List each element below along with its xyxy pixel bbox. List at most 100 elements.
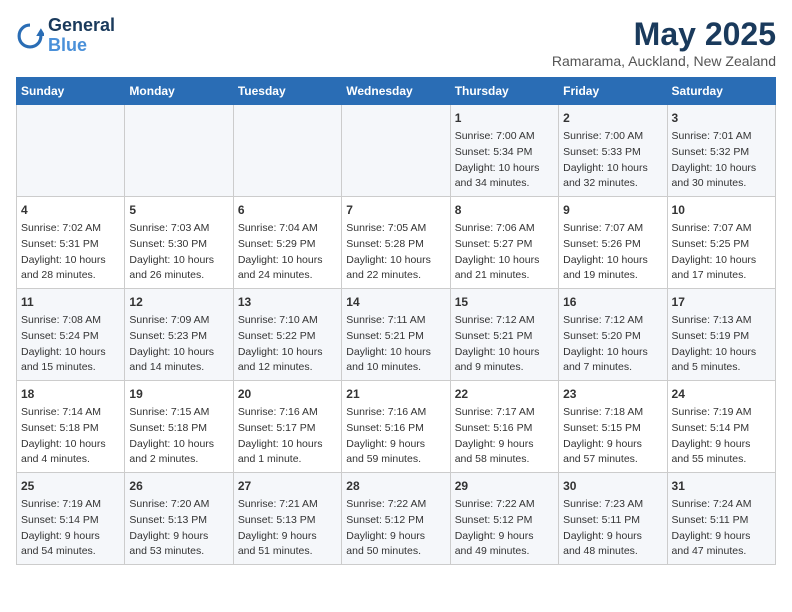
day-info: Sunrise: 7:11 AM Sunset: 5:21 PM Dayligh…: [346, 313, 445, 376]
day-info: Sunrise: 7:07 AM Sunset: 5:26 PM Dayligh…: [563, 221, 662, 284]
day-info: Sunrise: 7:14 AM Sunset: 5:18 PM Dayligh…: [21, 405, 120, 468]
day-cell: 27 Sunrise: 7:21 AM Sunset: 5:13 PM Dayli…: [233, 473, 341, 565]
week-row-3: 18 Sunrise: 7:14 AM Sunset: 5:18 PM Dayli…: [17, 381, 776, 473]
col-wednesday: Wednesday: [342, 78, 450, 105]
day-cell: [342, 105, 450, 197]
day-cell: 3 Sunrise: 7:01 AM Sunset: 5:32 PM Daylig…: [667, 105, 775, 197]
day-number: 28: [346, 477, 445, 495]
day-info: Sunrise: 7:02 AM Sunset: 5:31 PM Dayligh…: [21, 221, 120, 284]
day-cell: 2Sunrise: 7:00 AM Sunset: 5:33 PM Daylig…: [559, 105, 667, 197]
day-info: Sunrise: 7:09 AM Sunset: 5:23 PM Dayligh…: [129, 313, 228, 376]
day-info: Sunrise: 7:21 AM Sunset: 5:13 PM Dayligh…: [238, 497, 337, 560]
day-cell: 10Sunrise: 7:07 AM Sunset: 5:25 PM Dayli…: [667, 197, 775, 289]
location: Ramarama, Auckland, New Zealand: [552, 53, 776, 69]
day-cell: 9 Sunrise: 7:07 AM Sunset: 5:26 PM Daylig…: [559, 197, 667, 289]
day-number: 12: [129, 293, 228, 311]
day-number: 7: [346, 201, 445, 219]
day-cell: 31 Sunrise: 7:24 AM Sunset: 5:11 PM Dayli…: [667, 473, 775, 565]
day-info: Sunrise: 7:12 AM Sunset: 5:20 PM Dayligh…: [563, 313, 662, 376]
day-info: Sunrise: 7:08 AM Sunset: 5:24 PM Dayligh…: [21, 313, 120, 376]
day-info: Sunrise: 7:00 AM Sunset: 5:34 PM Dayligh…: [455, 129, 554, 192]
day-info: Sunrise: 7:12 AM Sunset: 5:21 PM Dayligh…: [455, 313, 554, 376]
day-number: 27: [238, 477, 337, 495]
week-row-1: 4 Sunrise: 7:02 AM Sunset: 5:31 PM Daylig…: [17, 197, 776, 289]
day-number: 31: [672, 477, 771, 495]
day-number: 19: [129, 385, 228, 403]
day-number: 4: [21, 201, 120, 219]
month-title: May 2025: [552, 16, 776, 53]
col-monday: Monday: [125, 78, 233, 105]
col-thursday: Thursday: [450, 78, 558, 105]
day-number: 29: [455, 477, 554, 495]
day-number: 17: [672, 293, 771, 311]
day-number: 25: [21, 477, 120, 495]
day-cell: 20Sunrise: 7:16 AM Sunset: 5:17 PM Dayli…: [233, 381, 341, 473]
day-cell: 24Sunrise: 7:19 AM Sunset: 5:14 PM Dayli…: [667, 381, 775, 473]
header-row: Sunday Monday Tuesday Wednesday Thursday…: [17, 78, 776, 105]
day-info: Sunrise: 7:23 AM Sunset: 5:11 PM Dayligh…: [563, 497, 662, 560]
day-cell: 11 Sunrise: 7:08 AM Sunset: 5:24 PM Dayli…: [17, 289, 125, 381]
day-info: Sunrise: 7:10 AM Sunset: 5:22 PM Dayligh…: [238, 313, 337, 376]
day-cell: 4 Sunrise: 7:02 AM Sunset: 5:31 PM Daylig…: [17, 197, 125, 289]
day-cell: 13Sunrise: 7:10 AM Sunset: 5:22 PM Dayli…: [233, 289, 341, 381]
day-info: Sunrise: 7:20 AM Sunset: 5:13 PM Dayligh…: [129, 497, 228, 560]
day-cell: 26 Sunrise: 7:20 AM Sunset: 5:13 PM Dayli…: [125, 473, 233, 565]
day-cell: 6Sunrise: 7:04 AM Sunset: 5:29 PM Daylig…: [233, 197, 341, 289]
day-info: Sunrise: 7:03 AM Sunset: 5:30 PM Dayligh…: [129, 221, 228, 284]
day-number: 1: [455, 109, 554, 127]
day-info: Sunrise: 7:24 AM Sunset: 5:11 PM Dayligh…: [672, 497, 771, 560]
day-info: Sunrise: 7:19 AM Sunset: 5:14 PM Dayligh…: [21, 497, 120, 560]
logo-text: General Blue: [48, 16, 115, 56]
day-cell: 12 Sunrise: 7:09 AM Sunset: 5:23 PM Dayli…: [125, 289, 233, 381]
day-number: 8: [455, 201, 554, 219]
day-info: Sunrise: 7:13 AM Sunset: 5:19 PM Dayligh…: [672, 313, 771, 376]
day-number: 20: [238, 385, 337, 403]
day-number: 30: [563, 477, 662, 495]
day-info: Sunrise: 7:18 AM Sunset: 5:15 PM Dayligh…: [563, 405, 662, 468]
day-info: Sunrise: 7:22 AM Sunset: 5:12 PM Dayligh…: [346, 497, 445, 560]
day-info: Sunrise: 7:16 AM Sunset: 5:16 PM Dayligh…: [346, 405, 445, 468]
day-number: 26: [129, 477, 228, 495]
day-number: 5: [129, 201, 228, 219]
col-tuesday: Tuesday: [233, 78, 341, 105]
week-row-0: 1 Sunrise: 7:00 AM Sunset: 5:34 PM Daylig…: [17, 105, 776, 197]
day-number: 14: [346, 293, 445, 311]
day-info: Sunrise: 7:01 AM Sunset: 5:32 PM Dayligh…: [672, 129, 771, 192]
day-info: Sunrise: 7:15 AM Sunset: 5:18 PM Dayligh…: [129, 405, 228, 468]
col-friday: Friday: [559, 78, 667, 105]
day-cell: 5 Sunrise: 7:03 AM Sunset: 5:30 PM Daylig…: [125, 197, 233, 289]
day-cell: 22Sunrise: 7:17 AM Sunset: 5:16 PM Dayli…: [450, 381, 558, 473]
day-number: 2: [563, 109, 662, 127]
day-cell: 28 Sunrise: 7:22 AM Sunset: 5:12 PM Dayli…: [342, 473, 450, 565]
day-number: 21: [346, 385, 445, 403]
day-cell: 19 Sunrise: 7:15 AM Sunset: 5:18 PM Dayli…: [125, 381, 233, 473]
logo-icon: [16, 22, 44, 50]
day-cell: 30 Sunrise: 7:23 AM Sunset: 5:11 PM Dayli…: [559, 473, 667, 565]
day-number: 18: [21, 385, 120, 403]
day-number: 9: [563, 201, 662, 219]
day-cell: 1 Sunrise: 7:00 AM Sunset: 5:34 PM Daylig…: [450, 105, 558, 197]
day-cell: [17, 105, 125, 197]
col-sunday: Sunday: [17, 78, 125, 105]
day-info: Sunrise: 7:06 AM Sunset: 5:27 PM Dayligh…: [455, 221, 554, 284]
day-number: 11: [21, 293, 120, 311]
day-number: 3: [672, 109, 771, 127]
day-cell: [125, 105, 233, 197]
day-cell: 25 Sunrise: 7:19 AM Sunset: 5:14 PM Dayli…: [17, 473, 125, 565]
day-number: 6: [238, 201, 337, 219]
day-info: Sunrise: 7:05 AM Sunset: 5:28 PM Dayligh…: [346, 221, 445, 284]
day-cell: 8 Sunrise: 7:06 AM Sunset: 5:27 PM Daylig…: [450, 197, 558, 289]
day-number: 15: [455, 293, 554, 311]
day-number: 24: [672, 385, 771, 403]
week-row-2: 11 Sunrise: 7:08 AM Sunset: 5:24 PM Dayli…: [17, 289, 776, 381]
day-cell: 21 Sunrise: 7:16 AM Sunset: 5:16 PM Dayli…: [342, 381, 450, 473]
day-cell: 18 Sunrise: 7:14 AM Sunset: 5:18 PM Dayli…: [17, 381, 125, 473]
day-cell: 17 Sunrise: 7:13 AM Sunset: 5:19 PM Dayli…: [667, 289, 775, 381]
day-cell: 16 Sunrise: 7:12 AM Sunset: 5:20 PM Dayli…: [559, 289, 667, 381]
logo: General Blue: [16, 16, 115, 56]
day-cell: 15 Sunrise: 7:12 AM Sunset: 5:21 PM Dayli…: [450, 289, 558, 381]
day-info: Sunrise: 7:17 AM Sunset: 5:16 PM Dayligh…: [455, 405, 554, 468]
day-number: 23: [563, 385, 662, 403]
day-number: 16: [563, 293, 662, 311]
page-header: General Blue May 2025 Ramarama, Auckland…: [16, 16, 776, 69]
